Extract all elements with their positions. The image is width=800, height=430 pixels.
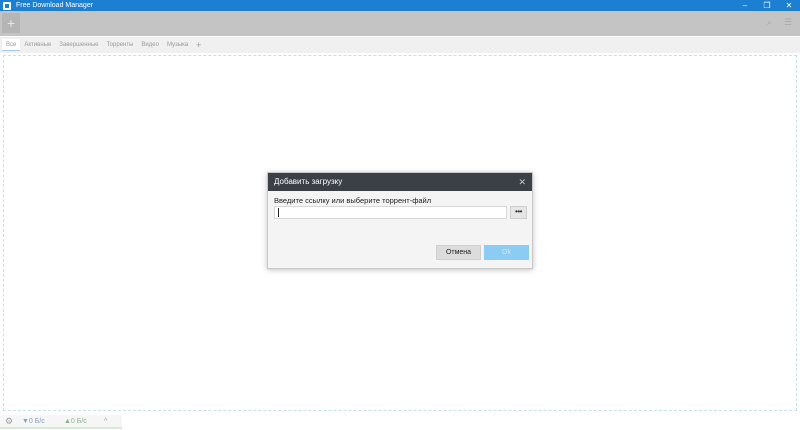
- tab-torrents[interactable]: Торренты: [102, 39, 137, 51]
- url-prompt-label: Введите ссылку или выберите торрент-файл: [274, 196, 432, 205]
- speed-status[interactable]: ⚙ ▼0 Б/с ▲0 Б/с ^: [0, 415, 122, 429]
- restore-icon[interactable]: ❐: [756, 0, 778, 11]
- tab-completed[interactable]: Завершенные: [55, 39, 102, 51]
- app-logo-icon: [3, 1, 11, 10]
- filter-tabs: Все Активные Завершенные Торренты Видео …: [0, 37, 800, 53]
- ok-button[interactable]: Ok: [484, 245, 529, 260]
- text-caret: [278, 208, 279, 217]
- title-bar: Free Download Manager – ❐ ✕: [0, 0, 800, 11]
- dialog-header: Добавить загрузку ✕: [268, 173, 532, 191]
- chevron-up-icon[interactable]: ^: [104, 418, 107, 425]
- tab-all[interactable]: Все: [2, 39, 21, 51]
- dialog-title: Добавить загрузку: [274, 177, 343, 186]
- speed-limiter-icon[interactable]: ⚙: [3, 416, 15, 426]
- dialog-close-icon[interactable]: ✕: [518, 173, 526, 191]
- toolbar: + ⌕ ☰: [0, 11, 800, 36]
- close-icon[interactable]: ✕: [778, 0, 800, 11]
- cancel-button[interactable]: Отмена: [436, 245, 481, 260]
- url-input[interactable]: [274, 206, 507, 219]
- search-icon[interactable]: ⌕: [767, 18, 776, 27]
- add-download-button[interactable]: +: [2, 13, 20, 33]
- download-speed: ▼0 Б/с: [22, 417, 45, 425]
- window-title: Free Download Manager: [16, 2, 94, 9]
- add-download-dialog: Добавить загрузку ✕ Введите ссылку или в…: [267, 172, 533, 269]
- window-controls: – ❐ ✕: [734, 0, 800, 11]
- browse-torrent-button[interactable]: •••: [510, 206, 527, 219]
- tab-active[interactable]: Активные: [20, 39, 55, 51]
- tab-music[interactable]: Музыка: [163, 39, 192, 51]
- add-tab-button[interactable]: +: [192, 39, 205, 51]
- menu-icon[interactable]: ☰: [784, 18, 793, 27]
- minimize-icon[interactable]: –: [734, 0, 756, 11]
- tab-video[interactable]: Видео: [137, 39, 163, 51]
- status-bar: ⚙ ▼0 Б/с ▲0 Б/с ^: [0, 413, 800, 430]
- upload-speed: ▲0 Б/с: [64, 417, 87, 425]
